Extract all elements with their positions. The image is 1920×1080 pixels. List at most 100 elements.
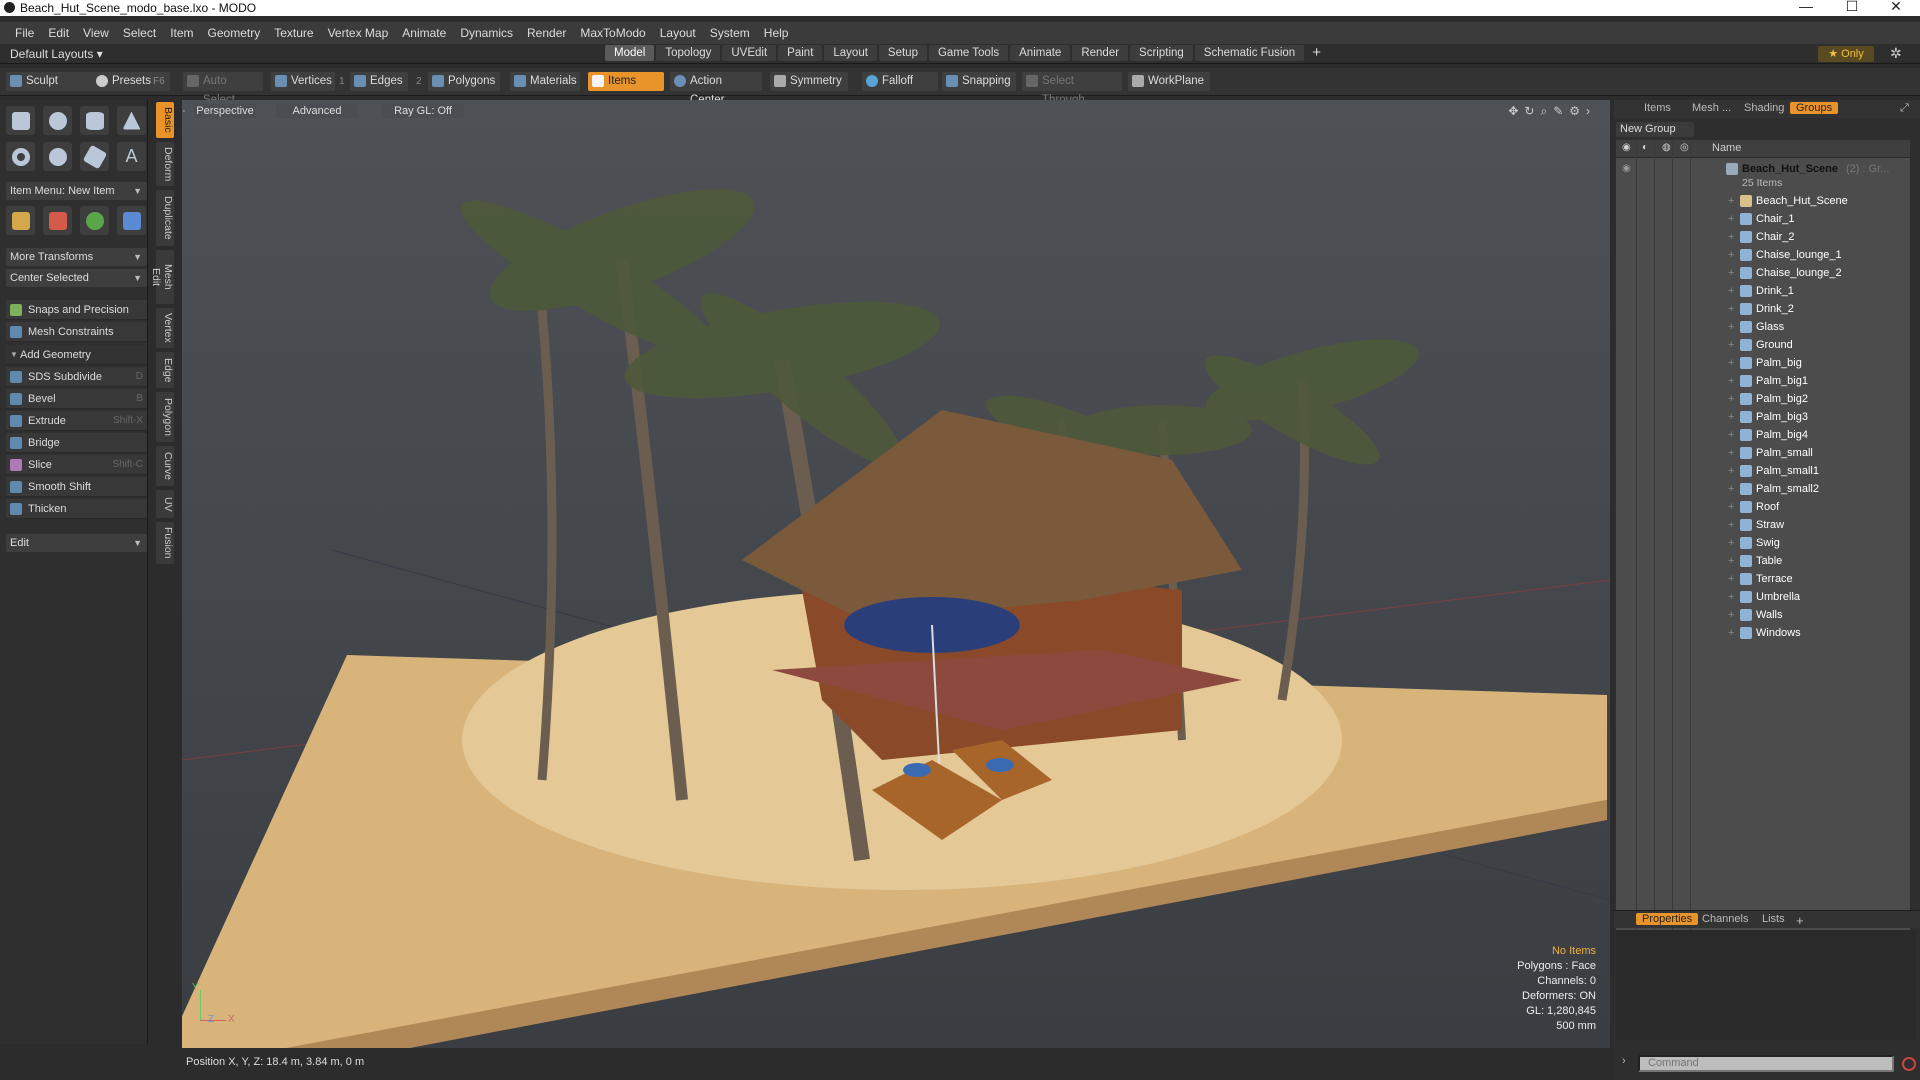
tool-thicken[interactable]: Thicken (6, 499, 147, 519)
tree-item-row[interactable]: + Chair_2 (1616, 228, 1910, 246)
edges-button[interactable]: Edges (350, 72, 408, 91)
tree-item-row[interactable]: + Table (1616, 552, 1910, 570)
expand-icon[interactable]: + (1728, 282, 1734, 300)
rotate-icon[interactable] (43, 206, 72, 235)
tree-item-row[interactable]: + Palm_big2 (1616, 390, 1910, 408)
tree-item-row[interactable]: + Palm_big3 (1616, 408, 1910, 426)
tree-item-row[interactable]: + Chair_1 (1616, 210, 1910, 228)
tab-lists[interactable]: Lists (1762, 913, 1785, 925)
cone-icon[interactable] (117, 106, 146, 135)
vtab-basic[interactable]: Basic (156, 102, 174, 138)
snaps-precision-button[interactable]: Snaps and Precision (6, 300, 147, 320)
lock-icon[interactable]: ◍ (1662, 142, 1671, 153)
more-transforms-dropdown[interactable]: More Transforms ▼ (6, 248, 147, 266)
3d-viewport[interactable]: · Perspective Advanced Ray GL: Off ✥↻⌕✎⚙… (182, 100, 1610, 1048)
tree-item-row[interactable]: + Palm_small2 (1616, 480, 1910, 498)
menu-render[interactable]: Render (520, 26, 573, 40)
move-icon[interactable] (6, 206, 35, 235)
menu-select[interactable]: Select (116, 26, 163, 40)
tab-scripting[interactable]: Scripting (1130, 45, 1193, 61)
only-toggle[interactable]: ★ Only (1818, 46, 1874, 62)
new-group-button[interactable]: New Group (1616, 122, 1694, 137)
vtab-mesh-edit[interactable]: Mesh Edit (150, 250, 174, 304)
tab-properties[interactable]: Properties (1636, 913, 1699, 925)
expand-icon[interactable]: + (1728, 300, 1734, 318)
workplane-button[interactable]: WorkPlane (1128, 72, 1210, 91)
expand-icon[interactable]: + (1728, 498, 1734, 516)
tree-item-row[interactable]: + Umbrella (1616, 588, 1910, 606)
close-button[interactable]: ✕ (1876, 0, 1916, 16)
expand-icon[interactable]: + (1728, 516, 1734, 534)
tab-groups[interactable]: Groups (1790, 102, 1839, 114)
tree-item-row[interactable]: + Chaise_lounge_1 (1616, 246, 1910, 264)
tree-item-row[interactable]: + Walls (1616, 606, 1910, 624)
materials-button[interactable]: Materials (510, 72, 580, 91)
tab-mesh[interactable]: Mesh ... (1692, 102, 1731, 114)
tree-item-row[interactable]: + Ground (1616, 336, 1910, 354)
tab-layout[interactable]: Layout (824, 45, 877, 61)
tool-extrude[interactable]: Extrude Shift-X (6, 411, 147, 431)
perspective-button[interactable]: Perspective (194, 104, 256, 118)
text-icon[interactable]: A (117, 142, 146, 171)
tree-item-row[interactable]: + Roof (1616, 498, 1910, 516)
tab-topology[interactable]: Topology (656, 45, 721, 61)
tab-game-tools[interactable]: Game Tools (928, 45, 1009, 61)
expand-icon[interactable]: + (1728, 390, 1734, 408)
command-stop-icon[interactable] (1902, 1057, 1916, 1071)
capsule-icon[interactable] (43, 142, 72, 171)
menu-animate[interactable]: Animate (395, 26, 453, 40)
expand-icon[interactable]: + (1728, 228, 1734, 246)
transform-icon[interactable] (117, 206, 146, 235)
expand-icon[interactable]: + (1728, 264, 1734, 282)
tab-items[interactable]: Items (1644, 102, 1671, 114)
tab-shading[interactable]: Shading (1744, 102, 1784, 114)
tree-item-row[interactable]: + Palm_big4 (1616, 426, 1910, 444)
pen-icon[interactable] (80, 142, 109, 171)
vtab-deform[interactable]: Deform (156, 142, 174, 186)
viewport-nav-icons[interactable]: ✥↻⌕✎⚙› (1508, 104, 1596, 119)
menu-edit[interactable]: Edit (41, 26, 76, 40)
menu-help[interactable]: Help (757, 26, 796, 40)
tree-item-row[interactable]: + Palm_small (1616, 444, 1910, 462)
tab-schematic-fusion[interactable]: Schematic Fusion (1194, 45, 1305, 61)
vtab-duplicate[interactable]: Duplicate (156, 190, 174, 246)
expand-icon[interactable]: + (1728, 462, 1734, 480)
sculpt-button[interactable]: Sculpt (6, 72, 94, 91)
render-icon[interactable]: ◐ (1642, 142, 1648, 153)
snapping-button[interactable]: Snapping (942, 72, 1016, 91)
auto-select-button[interactable]: Auto Select (183, 72, 263, 106)
add-tab-icon[interactable]: + (1796, 913, 1804, 928)
menu-item[interactable]: Item (163, 26, 200, 40)
expand-icon[interactable]: + (1728, 588, 1734, 606)
center-selected-dropdown[interactable]: Center Selected ▼ (6, 269, 147, 287)
vtab-fusion[interactable]: Fusion (156, 522, 174, 564)
tool-smooth-shift[interactable]: Smooth Shift (6, 477, 147, 497)
tab-model[interactable]: Model (605, 45, 655, 61)
expand-icon[interactable]: + (1728, 570, 1734, 588)
select-icon[interactable]: ◎ (1680, 142, 1689, 153)
add-tab-icon[interactable]: + (1306, 45, 1327, 61)
menu-dynamics[interactable]: Dynamics (453, 26, 520, 40)
select-through-button[interactable]: Select Through (1022, 72, 1122, 106)
expand-icon[interactable]: + (1728, 480, 1734, 498)
scale-icon[interactable] (80, 206, 109, 235)
sphere-icon[interactable] (43, 106, 72, 135)
minimize-button[interactable]: — (1786, 0, 1826, 16)
default-layouts-dropdown[interactable]: Default Layouts ▾ (10, 47, 103, 61)
eye-icon[interactable]: ◉ (1622, 142, 1631, 153)
expand-icon[interactable]: + (1728, 210, 1734, 228)
edit-dropdown[interactable]: Edit ▼ (6, 534, 147, 552)
menu-maxtomodo[interactable]: MaxToModo (573, 26, 652, 40)
menu-view[interactable]: View (76, 26, 116, 40)
ray-gl-button[interactable]: Ray GL: Off (382, 104, 464, 118)
expand-icon[interactable]: + (1728, 426, 1734, 444)
tree-item-row[interactable]: + Palm_big1 (1616, 372, 1910, 390)
tree-item-row[interactable]: + Straw (1616, 516, 1910, 534)
expand-icon[interactable]: ⤢ (1900, 102, 1909, 115)
tree-item-row[interactable]: + Windows (1616, 624, 1910, 642)
expand-icon[interactable]: + (1728, 372, 1734, 390)
expand-icon[interactable]: + (1728, 534, 1734, 552)
expand-icon[interactable]: + (1728, 606, 1734, 624)
tab-uvedit[interactable]: UVEdit (722, 45, 777, 61)
falloff-button[interactable]: Falloff (862, 72, 938, 91)
